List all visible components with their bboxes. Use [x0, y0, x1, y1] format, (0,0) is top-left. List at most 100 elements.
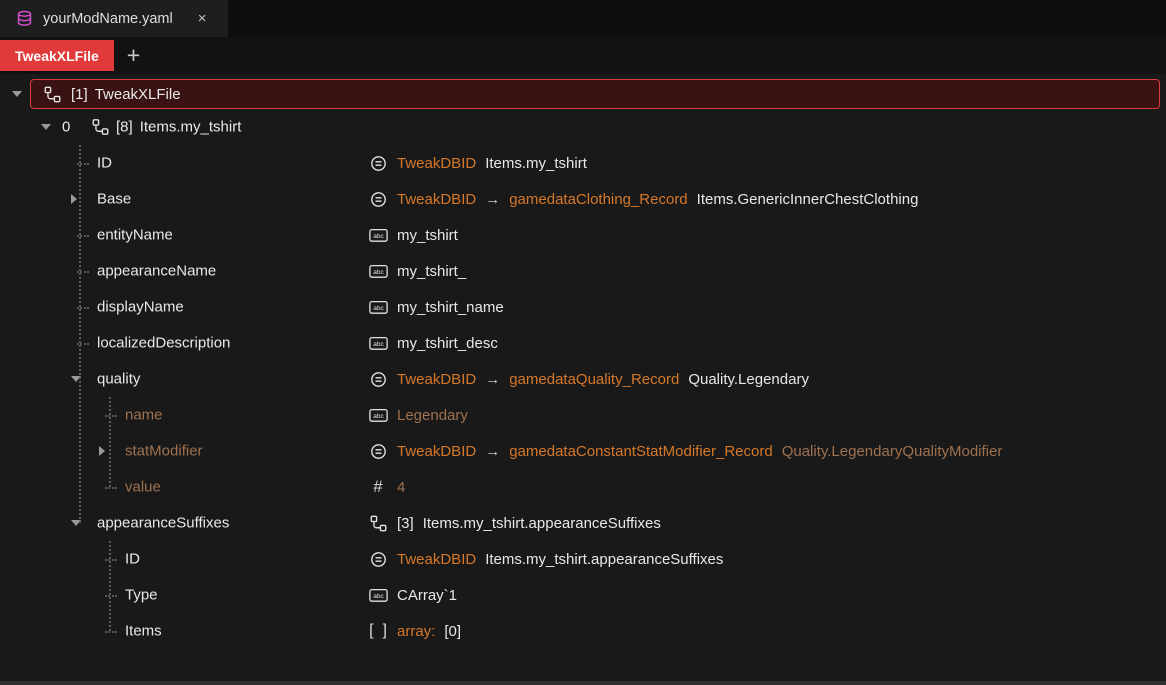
- value-segment: TweakDBID: [397, 551, 476, 568]
- value-segment: Items.GenericInnerChestClothing: [697, 191, 919, 208]
- value-segment: TweakDBID: [397, 371, 476, 388]
- tree-guide-dots: [77, 271, 89, 273]
- value-segment: [0]: [444, 623, 461, 640]
- property-name: value: [125, 479, 161, 496]
- string-icon: abc: [368, 588, 388, 603]
- value-segment: Quality.LegendaryQualityModifier: [782, 443, 1003, 460]
- record-icon: [42, 86, 62, 103]
- tree-rows: IDTweakDBIDItems.my_tshirtBaseTweakDBID→…: [0, 145, 1166, 649]
- string-icon: abc: [368, 336, 388, 351]
- property-value: [3]Items.my_tshirt.appearanceSuffixes: [368, 505, 661, 541]
- svg-text:abc: abc: [373, 341, 384, 348]
- tweakdbid-icon: [368, 155, 388, 172]
- tree-guide-dots: [105, 415, 117, 417]
- tab-yourmodname-yaml[interactable]: yourModName.yaml ×: [0, 0, 228, 37]
- value-segment: my_tshirt: [397, 227, 458, 244]
- property-value: [ ]array:[0]: [368, 613, 461, 649]
- tree-guide-dots: [105, 595, 117, 597]
- value-segment: →: [485, 191, 500, 208]
- root-label: TweakXLFile: [95, 86, 181, 103]
- svg-text:abc: abc: [373, 305, 384, 312]
- tree-row-Items[interactable]: Items[ ]array:[0]: [0, 613, 1166, 649]
- property-value: TweakDBID Items.my_tshirt.appearanceSuffi…: [368, 541, 723, 577]
- tree-row-localizedDescription[interactable]: localizedDescription abc my_tshirt_desc: [0, 325, 1166, 361]
- tree-row-appearanceName[interactable]: appearanceName abc my_tshirt_: [0, 253, 1166, 289]
- value-segment: CArray`1: [397, 587, 457, 604]
- value-segment: Items.my_tshirt.appearanceSuffixes: [423, 515, 661, 532]
- horizontal-scrollbar[interactable]: [0, 681, 1166, 685]
- value-segment: array:: [397, 623, 435, 640]
- tab-close-icon[interactable]: ×: [198, 10, 207, 27]
- value-segment: my_tshirt_desc: [397, 335, 498, 352]
- tree-row-ID[interactable]: IDTweakDBIDItems.my_tshirt: [0, 145, 1166, 181]
- tree-guide-dots: [77, 235, 89, 237]
- tweakdbid-icon: [368, 443, 388, 460]
- tree-row-value[interactable]: value #4: [0, 469, 1166, 505]
- tree-row-appearanceSuffixes[interactable]: appearanceSuffixes [3]Items.my_tshirt.app…: [0, 505, 1166, 541]
- property-name: appearanceSuffixes: [97, 515, 229, 532]
- property-value: abcmy_tshirt: [368, 217, 458, 253]
- collapse-arrow-icon[interactable]: [41, 124, 51, 130]
- file-type-bar: TweakXLFile +: [0, 37, 1166, 74]
- expand-arrow-icon[interactable]: [71, 194, 77, 204]
- property-value: TweakDBID → gamedataQuality_Record Quality.…: [368, 361, 809, 397]
- tweakdbid-icon: [368, 191, 388, 208]
- item-label: Items.my_tshirt: [140, 119, 242, 136]
- collapse-arrow-icon[interactable]: [71, 376, 81, 382]
- tree-row-quality[interactable]: quality TweakDBID → gamedataQuality_Record Q…: [0, 361, 1166, 397]
- svg-text:abc: abc: [373, 269, 384, 276]
- property-name: quality: [97, 371, 140, 388]
- svg-text:abc: abc: [373, 593, 384, 600]
- tree-row-Type[interactable]: Type abc CArray`1: [0, 577, 1166, 613]
- item-heading: [8] Items.my_tshirt: [116, 119, 241, 136]
- string-icon: abc: [368, 300, 388, 315]
- value-segment: TweakDBID: [397, 443, 476, 460]
- value-segment: my_tshirt_: [397, 263, 466, 280]
- property-value: abc my_tshirt_name: [368, 289, 504, 325]
- property-value: abc my_tshirt_desc: [368, 325, 498, 361]
- expand-arrow-icon[interactable]: [99, 446, 105, 456]
- svg-text:abc: abc: [373, 413, 384, 420]
- tree-row-ID[interactable]: ID TweakDBID Items.my_tshirt.appearanceSuf…: [0, 541, 1166, 577]
- tree-root-row[interactable]: [1] TweakXLFile: [30, 79, 1160, 109]
- value-segment: my_tshirt_name: [397, 299, 504, 316]
- record-icon: [90, 119, 110, 136]
- property-name: localizedDescription: [97, 335, 230, 352]
- property-name: entityName: [97, 227, 173, 244]
- string-icon: abc: [368, 264, 388, 279]
- property-name: ID: [97, 155, 112, 172]
- property-name: appearanceName: [97, 263, 216, 280]
- value-segment: Items.my_tshirt.appearanceSuffixes: [485, 551, 723, 568]
- tweakdbid-icon: [368, 371, 388, 388]
- tree-row-name[interactable]: name abc Legendary: [0, 397, 1166, 433]
- value-segment: gamedataQuality_Record: [509, 371, 679, 388]
- property-value: abc CArray`1: [368, 577, 457, 613]
- tree-row-entityName[interactable]: entityName abcmy_tshirt: [0, 217, 1166, 253]
- value-segment: Legendary: [397, 407, 468, 424]
- property-value: TweakDBID→gamedataConstantStatModifier_R…: [368, 433, 1002, 469]
- tweakxlfile-tab[interactable]: TweakXLFile: [0, 40, 114, 71]
- property-name: name: [125, 407, 163, 424]
- root-collapse-arrow-icon[interactable]: [12, 91, 22, 97]
- tree-row-statModifier[interactable]: statModifier TweakDBID→gamedataConstantSt…: [0, 433, 1166, 469]
- tree-row-displayName[interactable]: displayName abc my_tshirt_name: [0, 289, 1166, 325]
- value-segment: TweakDBID: [397, 155, 476, 172]
- tree: [1] TweakXLFile 0 [8] Items.my_tshirt ID…: [0, 74, 1166, 681]
- value-segment: →: [485, 371, 500, 388]
- item-index: 0: [62, 119, 70, 136]
- value-segment: Quality.Legendary: [688, 371, 809, 388]
- tree-item-row[interactable]: 0 [8] Items.my_tshirt: [0, 109, 1166, 145]
- property-name: displayName: [97, 299, 184, 316]
- tree-row-Base[interactable]: BaseTweakDBID→gamedataClothing_RecordIte…: [0, 181, 1166, 217]
- property-name: Type: [125, 587, 158, 604]
- value-segment: gamedataClothing_Record: [509, 191, 687, 208]
- collapse-arrow-icon[interactable]: [71, 520, 81, 526]
- yaml-file-icon: [14, 10, 34, 27]
- property-name: statModifier: [125, 443, 203, 460]
- add-tab-icon[interactable]: +: [127, 44, 140, 67]
- property-name: ID: [125, 551, 140, 568]
- tweakdbid-icon: [368, 551, 388, 568]
- property-value: #4: [368, 469, 405, 505]
- record-icon: [368, 515, 388, 532]
- item-count: [8]: [116, 119, 133, 136]
